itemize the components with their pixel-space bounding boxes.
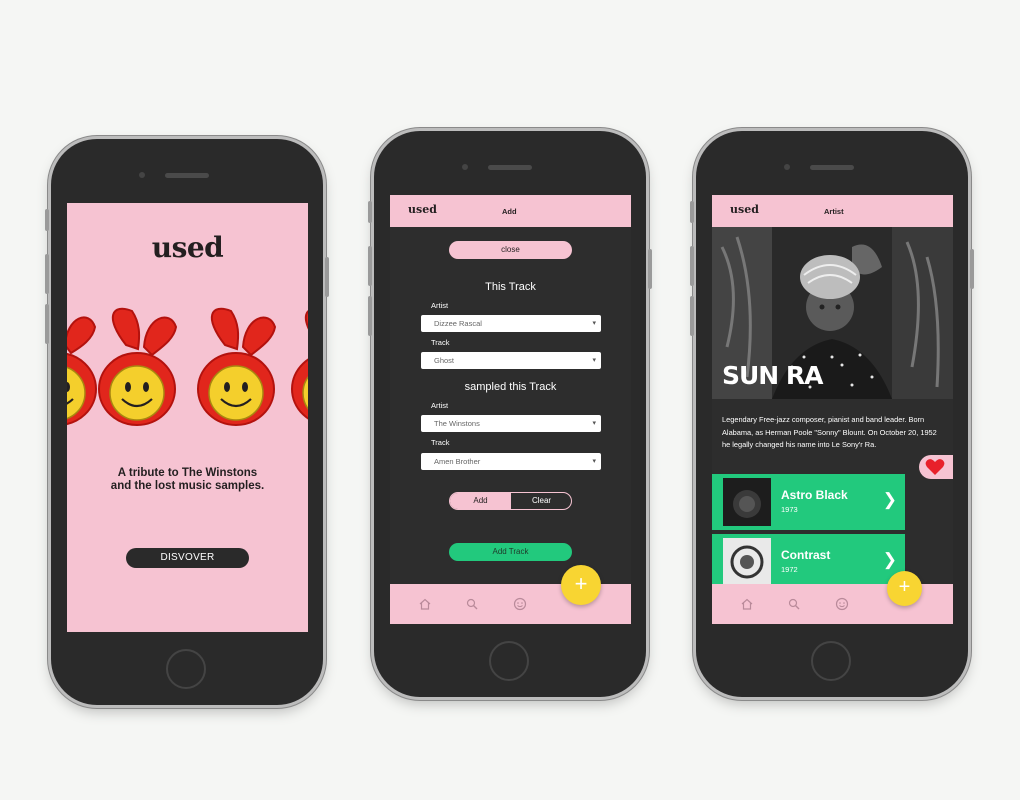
sampled-track-select[interactable]: Amen Brother ▾ bbox=[421, 453, 601, 470]
chevron-down-icon: ▾ bbox=[592, 357, 596, 364]
album-cover bbox=[723, 478, 771, 526]
volume-down-button bbox=[45, 304, 49, 344]
album-card[interactable]: Contrast 1972 ❯ bbox=[712, 534, 905, 590]
mute-switch bbox=[45, 209, 49, 231]
close-button[interactable]: close bbox=[449, 241, 572, 259]
tagline: A tribute to The Winstons and the lost m… bbox=[110, 467, 265, 492]
app-logo: used bbox=[151, 231, 224, 264]
front-camera bbox=[784, 164, 790, 170]
smiley-bunny-illustration bbox=[197, 307, 277, 426]
track-label: Track bbox=[431, 338, 450, 347]
artist-photo: SUN RA bbox=[712, 227, 953, 399]
add-screen: used Add close This Track Artist Dizzee … bbox=[390, 195, 631, 624]
home-button[interactable] bbox=[166, 649, 206, 689]
album-cover-image bbox=[723, 478, 771, 526]
track-select[interactable]: Ghost ▾ bbox=[421, 352, 601, 369]
add-track-button[interactable]: Add Track bbox=[449, 543, 572, 561]
artist-label: Artist bbox=[431, 301, 449, 310]
mute-switch bbox=[368, 201, 372, 223]
earpiece-speaker bbox=[810, 165, 854, 170]
volume-up-button bbox=[690, 246, 694, 286]
album-title: Contrast bbox=[781, 548, 831, 562]
sampled-artist-value: The Winstons bbox=[434, 419, 480, 428]
artist-select-value: Dizzee Rascal bbox=[434, 319, 482, 328]
add-segment-button[interactable]: Add bbox=[450, 493, 511, 509]
artist-select[interactable]: Dizzee Rascal ▾ bbox=[421, 315, 601, 332]
page-title: Artist bbox=[824, 207, 844, 216]
artist-bio: Legendary Free-jazz composer, pianist an… bbox=[722, 415, 937, 449]
app-logo[interactable]: used bbox=[730, 203, 759, 216]
album-card[interactable]: Astro Black 1973 ❯ bbox=[712, 474, 905, 530]
smiley-icon[interactable] bbox=[513, 597, 527, 611]
top-bar: used Artist bbox=[712, 195, 953, 227]
power-button bbox=[970, 249, 974, 289]
section-title-sampled: sampled this Track bbox=[464, 381, 557, 393]
search-icon[interactable] bbox=[465, 597, 479, 611]
home-icon[interactable] bbox=[740, 597, 754, 611]
search-icon[interactable] bbox=[787, 597, 801, 611]
album-cover bbox=[723, 538, 771, 586]
artist-label: Artist bbox=[431, 401, 449, 410]
track-label: Track bbox=[431, 438, 450, 447]
front-camera bbox=[139, 172, 145, 178]
add-fab-button[interactable]: + bbox=[561, 565, 601, 605]
phone-frame-splash: used A tribute to The Winstons and the l… bbox=[45, 139, 329, 705]
volume-up-button bbox=[368, 246, 372, 286]
album-year: 1972 bbox=[781, 565, 798, 574]
volume-down-button bbox=[690, 296, 694, 336]
clear-segment-button[interactable]: Clear bbox=[511, 493, 571, 509]
add-fab-button[interactable]: + bbox=[887, 571, 922, 606]
smiley-bunny-illustration bbox=[291, 310, 308, 420]
chevron-down-icon: ▾ bbox=[592, 420, 596, 427]
track-select-value: Ghost bbox=[434, 356, 455, 365]
add-clear-toggle: Add Clear bbox=[449, 492, 572, 510]
sampled-track-value: Amen Brother bbox=[434, 457, 481, 466]
album-cover-image bbox=[723, 538, 771, 586]
mute-switch bbox=[690, 201, 694, 223]
volume-down-button bbox=[368, 296, 372, 336]
home-icon[interactable] bbox=[418, 597, 432, 611]
phone-frame-artist: used Artist SUN RA Legendary Free-jazz c… bbox=[690, 131, 974, 697]
app-logo[interactable]: used bbox=[408, 203, 437, 216]
phone-frame-add: used Add close This Track Artist Dizzee … bbox=[368, 131, 652, 697]
splash-screen: used A tribute to The Winstons and the l… bbox=[67, 203, 308, 632]
album-year: 1973 bbox=[781, 505, 798, 514]
volume-up-button bbox=[45, 254, 49, 294]
chevron-down-icon: ▾ bbox=[592, 320, 596, 327]
favorite-button[interactable] bbox=[919, 455, 953, 479]
home-button[interactable] bbox=[489, 641, 529, 681]
top-bar: used Add bbox=[390, 195, 631, 227]
home-button[interactable] bbox=[811, 641, 851, 681]
power-button bbox=[325, 257, 329, 297]
sampled-artist-select[interactable]: The Winstons ▾ bbox=[421, 415, 601, 432]
smiley-icon[interactable] bbox=[835, 597, 849, 611]
section-title-this-track: This Track bbox=[485, 281, 536, 293]
chevron-down-icon: ▾ bbox=[592, 458, 596, 465]
earpiece-speaker bbox=[488, 165, 532, 170]
chevron-right-icon: ❯ bbox=[882, 490, 897, 509]
earpiece-speaker bbox=[165, 173, 209, 178]
discover-button[interactable]: DISVOVER bbox=[126, 548, 249, 568]
smiley-bunny-illustration bbox=[98, 307, 178, 426]
album-title: Astro Black bbox=[781, 488, 848, 502]
page-title: Add bbox=[502, 207, 517, 216]
artist-screen: used Artist SUN RA Legendary Free-jazz c… bbox=[712, 195, 953, 624]
heart-icon bbox=[925, 459, 945, 475]
chevron-right-icon: ❯ bbox=[882, 550, 897, 569]
front-camera bbox=[462, 164, 468, 170]
power-button bbox=[648, 249, 652, 289]
artist-name: SUN RA bbox=[722, 361, 824, 390]
